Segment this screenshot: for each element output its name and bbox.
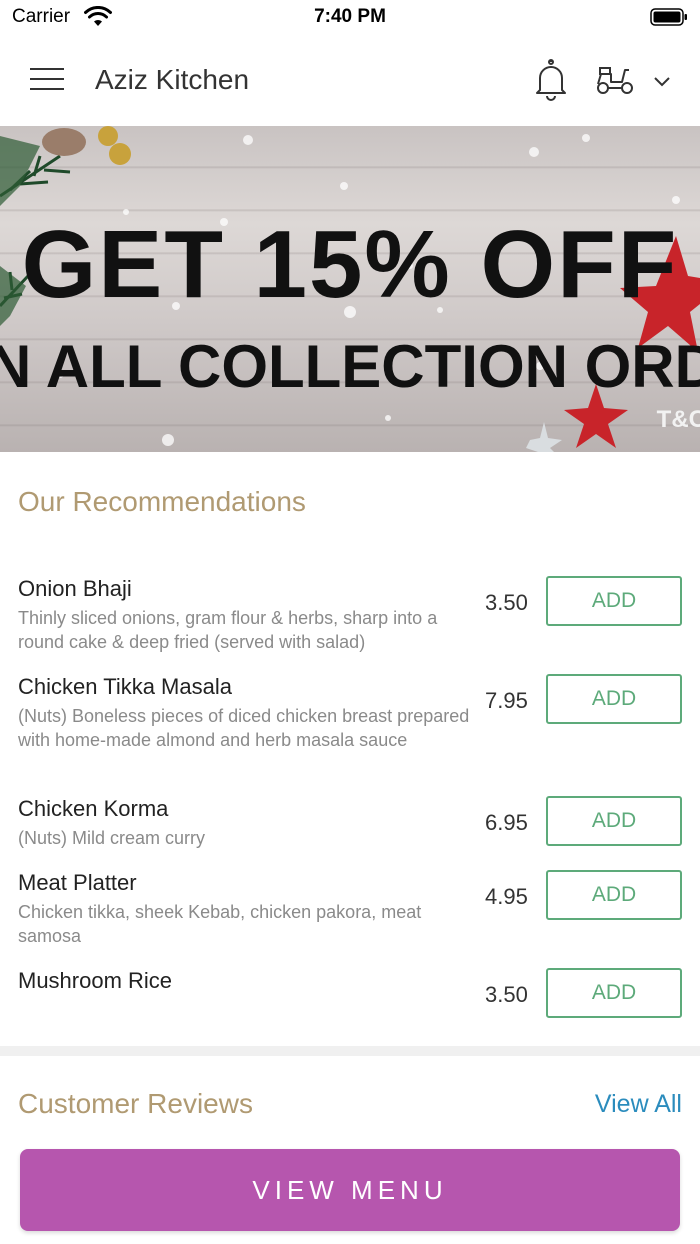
add-button[interactable]: ADD xyxy=(546,968,682,1018)
menu-icon[interactable] xyxy=(30,66,64,92)
add-button[interactable]: ADD xyxy=(546,674,682,724)
item-name: Chicken Korma xyxy=(18,796,169,821)
battery-icon xyxy=(650,8,687,26)
section-divider xyxy=(0,1046,700,1056)
banner-headline: GET 15% OFF xyxy=(21,211,679,318)
view-all-link[interactable]: View All xyxy=(595,1090,682,1119)
view-menu-button[interactable]: VIEW MENU xyxy=(20,1149,680,1231)
item-description: Chicken tikka, sheek Kebab, chicken pako… xyxy=(18,902,422,946)
app-header: Aziz Kitchen xyxy=(0,36,700,126)
bell-icon[interactable] xyxy=(532,58,570,102)
banner-terms: T&C xyxy=(656,406,700,433)
item-name: Mushroom Rice xyxy=(18,968,173,993)
item-description: Thinly sliced onions, gram flour & herbs… xyxy=(18,608,438,652)
recommendations-title: Our Recommendations xyxy=(18,486,306,517)
banner-subline: N ALL COLLECTION ORDER xyxy=(0,333,700,400)
item-price: 3.50 xyxy=(485,590,528,615)
item-price: 6.95 xyxy=(485,810,528,835)
add-button[interactable]: ADD xyxy=(546,576,682,626)
promo-banner[interactable]: GET 15% OFF N ALL COLLECTION ORDER T&C xyxy=(0,126,700,452)
chevron-down-icon[interactable] xyxy=(652,74,672,88)
item-name: Onion Bhaji xyxy=(18,576,132,601)
item-description: (Nuts) Boneless pieces of diced chicken … xyxy=(18,706,470,750)
item-description: (Nuts) Mild cream curry xyxy=(18,828,206,848)
item-price: 7.95 xyxy=(485,688,528,713)
status-bar: Carrier 7:40 PM xyxy=(0,0,700,36)
add-button[interactable]: ADD xyxy=(546,796,682,846)
item-price: 4.95 xyxy=(485,884,528,909)
item-name: Chicken Tikka Masala xyxy=(18,674,232,699)
clock: 7:40 PM xyxy=(314,6,386,27)
reviews-title: Customer Reviews xyxy=(18,1088,253,1119)
item-name: Meat Platter xyxy=(18,870,137,895)
scooter-icon[interactable] xyxy=(595,64,635,96)
item-price: 3.50 xyxy=(485,982,528,1007)
app-title: Aziz Kitchen xyxy=(95,64,250,95)
add-button[interactable]: ADD xyxy=(546,870,682,920)
